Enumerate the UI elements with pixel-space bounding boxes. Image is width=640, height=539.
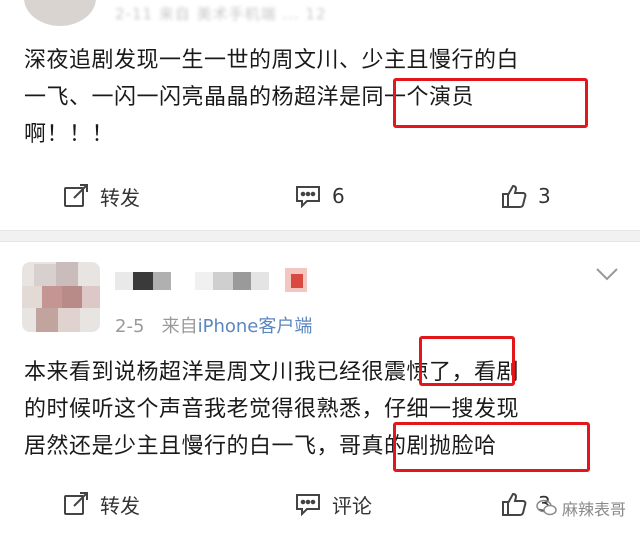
post-body: 深夜追剧发现一生一世的周文川、少主且慢行的白 一飞、一闪一闪亮晶晶的杨超洋是同一…: [24, 42, 620, 153]
avatar[interactable]: [24, 0, 96, 26]
post-divider: [0, 230, 640, 242]
post-line: 啊！！！: [24, 122, 115, 147]
username-pixelated[interactable]: [115, 268, 325, 294]
comment-count: 6: [332, 184, 345, 208]
watermark-text: 麻辣表哥: [561, 500, 626, 519]
source-prefix: 来自: [161, 316, 198, 337]
post-meta-blurred: 2-11 来自 美术手机端 ... 12: [115, 5, 327, 23]
share-button[interactable]: 转发: [62, 484, 140, 524]
post-card-1: 2-11 来自 美术手机端 ... 12 深夜追剧发现一生一世的周文川、少主且慢…: [0, 0, 640, 230]
post-1-header: 2-11 来自 美术手机端 ... 12: [0, 0, 640, 38]
post-line: 一飞、一闪一闪亮晶晶的杨超洋是同一个演员: [24, 85, 475, 110]
share-label: 转发: [100, 185, 140, 210]
post-line: 深夜追剧发现一生一世的周文川、少主且慢行的白: [24, 48, 520, 73]
comment-icon: [296, 494, 320, 517]
wechat-icon: [536, 499, 557, 516]
share-button[interactable]: 转发: [62, 176, 140, 216]
like-button[interactable]: 3: [500, 176, 551, 216]
share-label: 转发: [100, 493, 140, 518]
comment-button[interactable]: 评论: [294, 484, 372, 524]
post-date: 2-5: [115, 316, 145, 337]
post-line: 居然还是少主且慢行的白一飞，哥真的剧抛脸哈: [24, 434, 497, 459]
comment-label: 评论: [332, 493, 372, 518]
post-actions: 转发 6 3: [0, 176, 640, 216]
post-line: 的时候听这个声音我老觉得很熟悉，仔细一搜发现: [24, 397, 520, 422]
chevron-down-icon[interactable]: [594, 264, 620, 284]
post-card-2: 2-5 来自iPhone客户端 本来看到说杨超洋是周文川我已经很震惊了，看剧 的…: [0, 242, 640, 539]
share-icon: [64, 492, 88, 515]
post-meta: 2-5 来自iPhone客户端: [115, 312, 312, 338]
comment-icon: [296, 186, 320, 209]
source-link[interactable]: iPhone客户端: [198, 316, 313, 337]
post-line: 本来看到说杨超洋是周文川我已经很震惊了，看剧: [24, 360, 520, 385]
like-count: 3: [538, 184, 551, 208]
watermark: 麻辣表哥: [536, 496, 626, 520]
thumbs-up-icon: [502, 184, 527, 208]
share-icon: [64, 184, 88, 207]
thumbs-up-icon: [502, 492, 527, 516]
avatar[interactable]: [22, 262, 100, 332]
comment-button[interactable]: 6: [294, 176, 345, 216]
post-body: 本来看到说杨超洋是周文川我已经很震惊了，看剧 的时候听这个声音我老觉得很熟悉，仔…: [24, 354, 620, 465]
